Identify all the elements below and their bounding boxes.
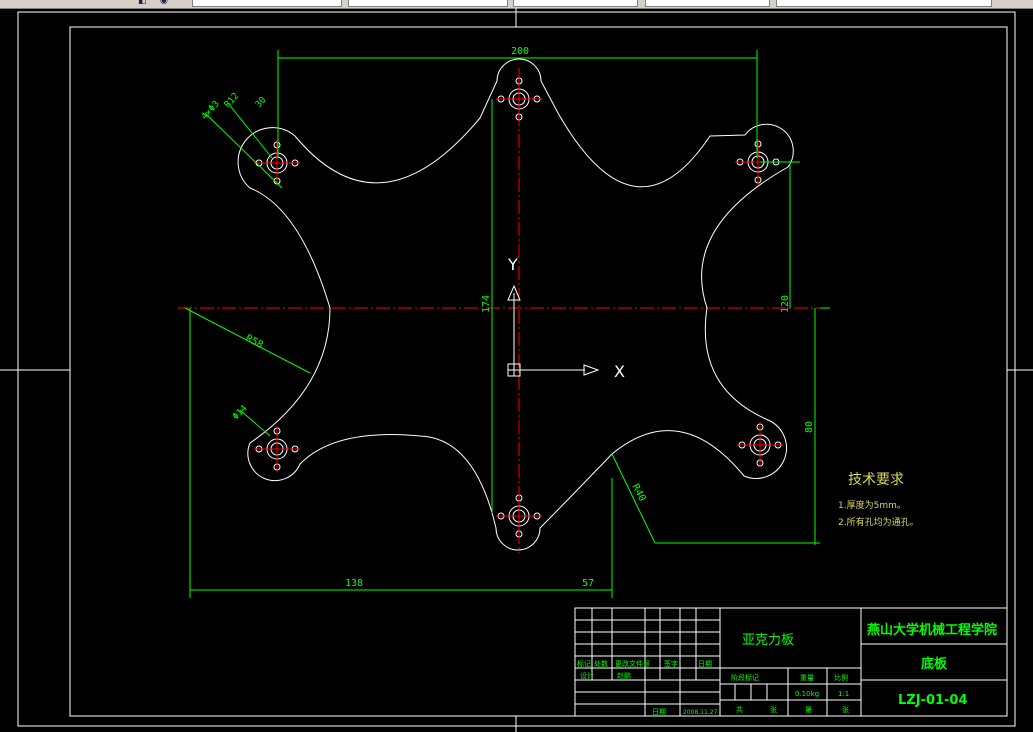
- part-outline: [237, 58, 794, 551]
- weight-value: 0.10kg: [795, 690, 819, 698]
- dim-height-174: 174: [481, 295, 492, 313]
- lineweight-dropdown[interactable]: [645, 0, 770, 7]
- designer-name: 赵鹏: [617, 671, 631, 680]
- header-change-doc: 更改文件号: [615, 659, 650, 668]
- designer-label: 设计: [580, 671, 594, 680]
- tech-note-thickness: 1.厚度为5mm。: [838, 499, 906, 511]
- dim-large-radius: R58: [244, 333, 265, 351]
- dim-bottom-radius: R40: [629, 482, 647, 503]
- header-count: 处数: [594, 659, 608, 668]
- sheet-no-label: 第: [805, 705, 812, 714]
- layer-icon[interactable]: ◧: [138, 0, 148, 6]
- date-label: 日期: [652, 708, 666, 716]
- layer-dropdown[interactable]: [192, 0, 342, 7]
- linetype-dropdown[interactable]: [513, 0, 638, 7]
- header-date: 日期: [698, 660, 712, 668]
- title-drawing-number: LZJ-01-04: [898, 693, 968, 708]
- dim-left-138: 138: [345, 578, 363, 589]
- dim-top-width: 200: [511, 46, 529, 57]
- dim-hole-radius: R12: [223, 91, 241, 110]
- dim-height-120: 120: [780, 295, 791, 313]
- title-material: 亚克力板: [742, 633, 794, 648]
- dim-pin-diameter: Φ14: [231, 404, 250, 423]
- title-school: 燕山大学机械工程学院: [867, 622, 997, 638]
- plotstyle-dropdown[interactable]: [776, 0, 992, 7]
- stage-header: 阶段标记: [731, 673, 759, 682]
- scale-header: 比例: [834, 673, 848, 682]
- header-mark: 标记: [577, 659, 591, 668]
- ucs-x-label: X: [614, 362, 625, 381]
- title-part-name: 底板: [921, 656, 948, 672]
- cad-drawing-canvas[interactable]: 200 4×Φ3 R12 30 R58 Φ14 174 120 80 R40 1…: [0, 8, 1033, 732]
- ucs-icon: [507, 284, 600, 377]
- sheet-label-2: 张: [842, 705, 849, 714]
- dim-right-57: 57: [582, 578, 594, 589]
- ucs-y-label: Y: [507, 255, 518, 274]
- dim-height-80: 80: [804, 421, 815, 433]
- weight-header: 重量: [800, 674, 814, 682]
- header-signature: 签字: [664, 659, 678, 668]
- tech-note-holes: 2.所有孔均为通孔。: [838, 516, 919, 528]
- dim-hole-offset: 30: [254, 95, 269, 110]
- color-dropdown[interactable]: [348, 0, 508, 7]
- sheet-label: 张: [770, 705, 777, 714]
- tech-notes-title: 技术要求: [848, 472, 904, 488]
- total-label: 共: [736, 705, 743, 714]
- date-value: 2008.11.27: [683, 709, 718, 716]
- palette-icon[interactable]: ◉: [160, 0, 170, 6]
- scale-value: 1:1: [838, 690, 849, 698]
